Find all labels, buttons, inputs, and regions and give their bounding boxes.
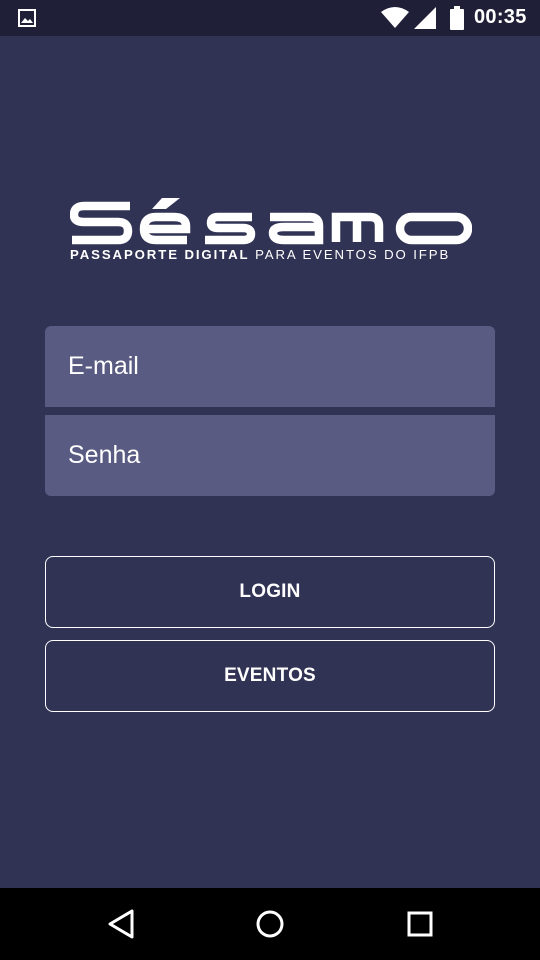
- navigation-bar: [0, 888, 540, 960]
- status-bar: 00:35: [0, 0, 540, 36]
- battery-icon: [450, 6, 464, 30]
- password-field-container: [45, 415, 495, 496]
- home-icon[interactable]: [252, 906, 288, 942]
- clock: 00:35: [474, 6, 527, 28]
- app-logo: PASSAPORTE DIGITAL PARA EVENTOS DO IFPB: [70, 196, 472, 266]
- logo-wordmark: [70, 198, 472, 245]
- password-field[interactable]: [45, 415, 495, 496]
- wifi-icon: [381, 7, 409, 28]
- recents-icon[interactable]: [402, 906, 438, 942]
- signal-icon: [414, 7, 436, 29]
- logo-tagline: PASSAPORTE DIGITAL PARA EVENTOS DO IFPB: [70, 248, 472, 262]
- tagline-bold: PASSAPORTE DIGITAL: [70, 247, 250, 262]
- tagline-rest: PARA EVENTOS DO IFPB: [249, 247, 451, 262]
- login-button[interactable]: LOGIN: [45, 556, 495, 628]
- gallery-icon: [18, 9, 36, 27]
- email-field-container: [45, 326, 495, 407]
- email-field[interactable]: [45, 326, 495, 407]
- back-icon[interactable]: [102, 906, 138, 942]
- eventos-button[interactable]: EVENTOS: [45, 640, 495, 712]
